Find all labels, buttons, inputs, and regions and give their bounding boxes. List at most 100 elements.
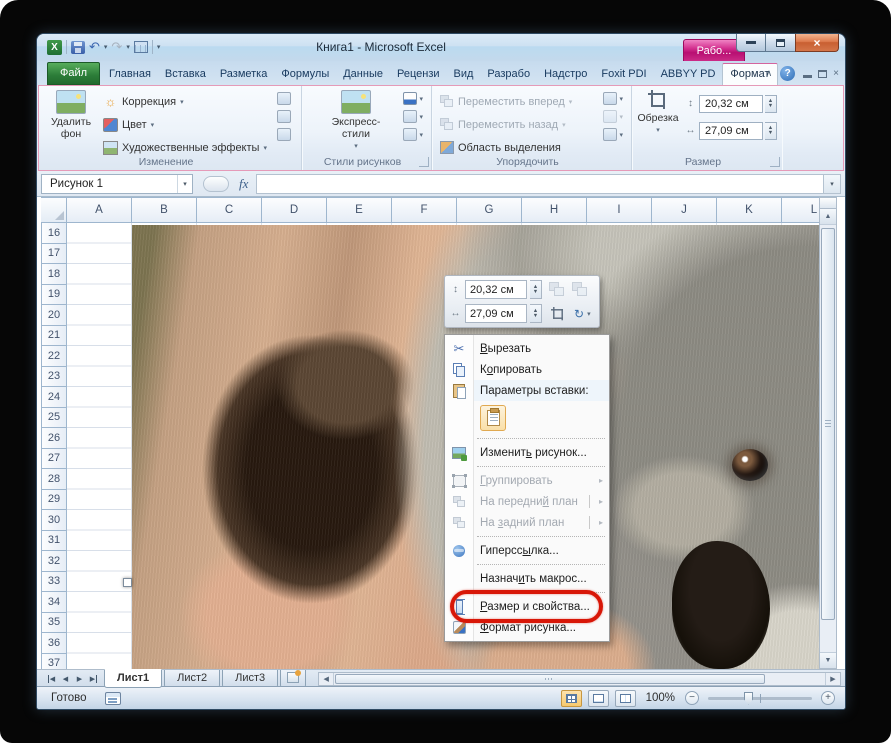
zoom-level[interactable]: 100% xyxy=(646,692,675,704)
name-box-dropdown-icon[interactable]: ▾ xyxy=(177,175,192,193)
column-header-J[interactable]: J xyxy=(652,197,717,223)
menu-item-11[interactable]: Гиперссылка... xyxy=(445,540,609,561)
row-header-21[interactable]: 21 xyxy=(41,326,67,347)
ribbon-tab-4[interactable]: Формулы xyxy=(274,64,336,85)
reset-picture-icon[interactable] xyxy=(277,128,291,141)
scroll-left-icon[interactable]: ◀ xyxy=(319,673,334,685)
ribbon-tab-11[interactable]: ABBYY PD xyxy=(654,64,723,85)
width-input[interactable]: 27,09 см xyxy=(699,122,763,140)
spinner-down-icon[interactable]: ▼ xyxy=(530,314,541,319)
vertical-scroll-thumb[interactable] xyxy=(821,228,835,620)
spinner-down-icon[interactable]: ▼ xyxy=(530,290,541,295)
column-header-D[interactable]: D xyxy=(262,197,327,223)
column-header-G[interactable]: G xyxy=(457,197,522,223)
normal-view-button[interactable] xyxy=(561,690,582,707)
menu-item-5[interactable]: Изменить рисунок... xyxy=(445,442,609,463)
zoom-slider-handle[interactable] xyxy=(744,692,753,705)
help-icon[interactable]: ? xyxy=(780,66,795,81)
selection-pane-button[interactable]: Область выделения xyxy=(440,138,572,157)
menu-item-0[interactable]: ✂Вырезать xyxy=(445,338,609,359)
column-header-B[interactable]: B xyxy=(132,197,197,223)
mini-width-input[interactable]: 27,09 см xyxy=(465,304,527,323)
spinner-down-icon[interactable]: ▼ xyxy=(765,104,776,109)
scroll-down-icon[interactable]: ▼ xyxy=(820,652,836,668)
name-box[interactable]: Рисунок 1 ▾ xyxy=(41,174,193,194)
formula-input[interactable] xyxy=(256,174,823,194)
row-header-31[interactable]: 31 xyxy=(41,531,67,552)
row-header-19[interactable]: 19 xyxy=(41,285,67,306)
picture-border-icon[interactable] xyxy=(403,92,417,105)
horizontal-scroll-thumb[interactable] xyxy=(335,674,765,684)
column-header-H[interactable]: H xyxy=(522,197,587,223)
minimize-button[interactable] xyxy=(736,34,766,52)
picture-effects-icon[interactable] xyxy=(403,110,417,123)
last-sheet-button[interactable]: ▶ xyxy=(87,672,100,687)
height-input[interactable]: 20,32 см xyxy=(699,95,763,113)
ribbon-tab-6[interactable]: Рецензи xyxy=(390,64,447,85)
dialog-launcher-icon[interactable] xyxy=(419,157,429,167)
column-header-I[interactable]: I xyxy=(587,197,652,223)
zoom-in-button[interactable]: + xyxy=(821,691,835,705)
corrections-button[interactable]: ☼ Коррекция ▾ xyxy=(103,92,267,111)
scroll-up-icon[interactable]: ▲ xyxy=(820,209,836,225)
paste-option-button[interactable] xyxy=(480,405,506,431)
row-header-24[interactable]: 24 xyxy=(41,387,67,408)
ribbon-tab-5[interactable]: Данные xyxy=(336,64,390,85)
zoom-slider[interactable] xyxy=(708,697,812,700)
row-header-30[interactable]: 30 xyxy=(41,510,67,531)
close-button[interactable]: × xyxy=(795,34,839,52)
mini-height-spinner[interactable]: ▲▼ xyxy=(530,280,542,299)
sheet-tab-Лист1[interactable]: Лист1 xyxy=(104,669,162,688)
row-header-17[interactable]: 17 xyxy=(41,244,67,265)
row-header-16[interactable]: 16 xyxy=(41,223,67,244)
maximize-button[interactable] xyxy=(766,34,795,52)
ribbon-tab-file[interactable]: Файл xyxy=(47,62,100,85)
menu-item-15[interactable]: Размер и свойства... xyxy=(445,596,609,617)
vertical-scrollbar[interactable]: ▲ ▼ xyxy=(819,197,837,669)
artistic-effects-button[interactable]: Художественные эффекты ▾ xyxy=(103,138,267,157)
row-header-37[interactable]: 37 xyxy=(41,654,67,670)
insert-function-icon[interactable]: fx xyxy=(239,176,248,192)
select-all-corner[interactable] xyxy=(41,197,67,223)
first-sheet-button[interactable]: ◀ xyxy=(45,672,58,687)
row-header-22[interactable]: 22 xyxy=(41,346,67,367)
menu-item-13[interactable]: Назначить макрос... xyxy=(445,568,609,589)
ribbon-tab-3[interactable]: Разметка xyxy=(213,64,275,85)
remove-background-button[interactable]: Удалить фон xyxy=(45,90,97,140)
quick-styles-button[interactable]: Экспресс-стили ▾ xyxy=(324,90,388,150)
row-header-26[interactable]: 26 xyxy=(41,428,67,449)
crop-button[interactable]: Обрезка ▾ xyxy=(634,90,682,134)
row-header-35[interactable]: 35 xyxy=(41,613,67,634)
row-header-29[interactable]: 29 xyxy=(41,490,67,511)
ribbon-tab-9[interactable]: Надстро xyxy=(537,64,594,85)
row-header-36[interactable]: 36 xyxy=(41,633,67,654)
menu-item-16[interactable]: Формат рисунка... xyxy=(445,617,609,638)
ribbon-tab-7[interactable]: Вид xyxy=(447,64,481,85)
picture-layout-icon[interactable] xyxy=(403,128,417,141)
row-header-28[interactable]: 28 xyxy=(41,469,67,490)
color-button[interactable]: Цвет ▾ xyxy=(103,115,267,134)
row-header-34[interactable]: 34 xyxy=(41,592,67,613)
column-header-K[interactable]: K xyxy=(717,197,782,223)
column-header-L[interactable]: L xyxy=(782,197,821,223)
column-header-A[interactable]: A xyxy=(67,197,132,223)
split-box[interactable] xyxy=(820,198,836,209)
align-icon[interactable] xyxy=(603,92,617,105)
ribbon-tab-2[interactable]: Вставка xyxy=(158,64,213,85)
compress-pictures-icon[interactable] xyxy=(277,92,291,105)
row-header-20[interactable]: 20 xyxy=(41,305,67,326)
row-header-33[interactable]: 33 xyxy=(41,572,67,593)
minimize-ribbon-icon[interactable]: ∧ xyxy=(766,68,773,79)
page-break-view-button[interactable] xyxy=(615,690,636,707)
height-spinner[interactable]: ▲▼ xyxy=(765,95,777,113)
dialog-launcher-icon[interactable] xyxy=(770,157,780,167)
spinner-down-icon[interactable]: ▼ xyxy=(765,131,776,136)
row-header-18[interactable]: 18 xyxy=(41,264,67,285)
expand-formula-bar-icon[interactable]: ▾ xyxy=(823,174,841,194)
rotate-icon[interactable]: ↻ xyxy=(574,307,584,321)
ribbon-tab-1[interactable]: Главная xyxy=(102,64,158,85)
zoom-out-button[interactable]: − xyxy=(685,691,699,705)
macro-record-icon[interactable] xyxy=(105,692,121,705)
ribbon-tab-10[interactable]: Foxit PDI xyxy=(594,64,653,85)
scroll-right-icon[interactable]: ▶ xyxy=(825,673,840,685)
